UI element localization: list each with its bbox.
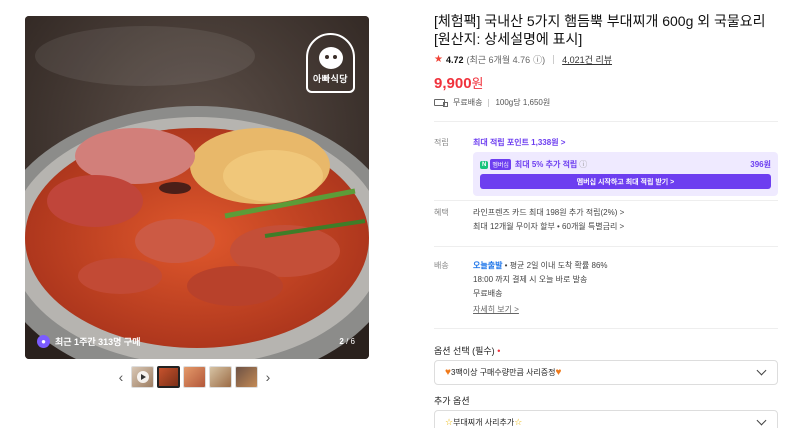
price-unit: 원 bbox=[471, 76, 484, 91]
thumbnail-strip: ‹ › bbox=[114, 366, 275, 388]
membership-logo: 멤버십 bbox=[490, 159, 511, 170]
price-value: 9,900 bbox=[434, 75, 472, 92]
brand-logo-name: 아빠식당 bbox=[312, 74, 349, 84]
extra-option-label: 추가 옵션 bbox=[434, 396, 470, 406]
star-icon: ☆ bbox=[445, 417, 454, 427]
price: 9,900원 bbox=[434, 73, 484, 92]
chef-face-icon bbox=[318, 47, 343, 69]
section-divider bbox=[434, 121, 778, 122]
unit-price: 100g당 1,650원 bbox=[495, 98, 551, 107]
chevron-down-icon bbox=[756, 415, 767, 426]
thumbnail-image[interactable] bbox=[157, 366, 180, 388]
review-count-link[interactable]: 4,021건 리뷰 bbox=[562, 53, 612, 66]
delivery-fast-row: 오늘출발 • 평균 2일 이내 도착 확률 86% bbox=[473, 260, 608, 271]
brand-logo: 아빠식당 bbox=[306, 33, 355, 93]
today-dispatch-badge: 오늘출발 bbox=[473, 261, 503, 270]
extra-points-text: 최대 5% 추가 적립 bbox=[514, 160, 578, 169]
info-icon[interactable]: ⓘ) bbox=[533, 53, 545, 66]
cutoff-time: 18:00 까지 결제 시 오늘 바로 발송 bbox=[473, 275, 588, 284]
thumbnail-image[interactable] bbox=[235, 366, 258, 388]
star-icon: ☆ bbox=[514, 417, 523, 427]
benefits-label: 혜택 bbox=[434, 208, 449, 217]
arrival-probability: • 평균 2일 이내 도착 확률 86% bbox=[502, 261, 608, 270]
product-title: [체험팩] 국내산 5가지 햄듬뿍 부대찌개 600g 외 국물요리 [원산지:… bbox=[434, 13, 766, 47]
delivery-details-link[interactable]: 자세히 보기 > bbox=[473, 304, 519, 315]
required-mark: • bbox=[497, 346, 501, 356]
chevron-right-icon[interactable]: › bbox=[261, 366, 275, 388]
required-option-label: 옵션 선택 (필수) • bbox=[434, 344, 500, 357]
play-icon bbox=[137, 371, 149, 383]
divider bbox=[488, 98, 490, 107]
chevron-left-icon[interactable]: ‹ bbox=[114, 366, 128, 388]
membership-box: N 멤버십 최대 5% 추가 적립 ⓘ 396원 멤버십 시작하고 최대 적립 … bbox=[473, 152, 778, 196]
thumbnail-video[interactable] bbox=[131, 366, 154, 388]
image-pager: 2 / 6 bbox=[339, 337, 355, 346]
thumbnail-image[interactable] bbox=[183, 366, 206, 388]
recent-buyers-text: 최근 1주간 313명 구매 bbox=[55, 337, 141, 347]
points-label: 적립 bbox=[434, 138, 449, 147]
card-benefit-link[interactable]: 라인프렌즈 카드 최대 198원 추가 적립(2%) > bbox=[473, 207, 624, 218]
info-icon[interactable]: ⓘ bbox=[579, 159, 587, 170]
npay-logo: N bbox=[480, 160, 489, 169]
max-points-link[interactable]: 최대 적립 포인트 1,338원 > bbox=[473, 137, 565, 148]
pager-total: / 6 bbox=[346, 337, 355, 346]
delivery-fee: 무료배송 bbox=[473, 289, 503, 298]
recent-buyers-badge: ● 최근 1주간 313명 구매 bbox=[37, 335, 140, 348]
heart-icon: ♥ bbox=[555, 367, 562, 378]
extra-points-amount: 396원 bbox=[750, 160, 771, 169]
section-divider bbox=[434, 200, 778, 201]
thumbnail-image[interactable] bbox=[209, 366, 232, 388]
extra-option-value: 부대찌개 사리추가 bbox=[453, 418, 515, 427]
star-icon: ★ bbox=[434, 54, 443, 65]
divider bbox=[553, 55, 555, 64]
buyers-icon: ● bbox=[37, 335, 50, 348]
required-option-text: 옵션 선택 (필수) bbox=[434, 346, 495, 356]
installment-benefit-link[interactable]: 최대 12개월 무이자 할부 • 60개월 특별금리 > bbox=[473, 221, 624, 232]
required-option-select[interactable]: ♥ 3팩이상 구매수량만큼 사리증정 ♥ bbox=[434, 360, 778, 385]
delivery-label: 배송 bbox=[434, 261, 449, 270]
chevron-down-icon bbox=[756, 365, 767, 376]
truck-icon bbox=[434, 99, 448, 107]
required-option-value: 3팩이상 구매수량만큼 사리증정 bbox=[450, 368, 556, 377]
extra-option-select[interactable]: ☆ 부대찌개 사리추가 ☆ bbox=[434, 410, 778, 428]
product-main-image[interactable]: 아빠식당 ● 최근 1주간 313명 구매 2 / 6 bbox=[25, 16, 369, 359]
shipping-row: 무료배송 100g당 1,650원 bbox=[434, 97, 550, 108]
shipping-text: 무료배송 bbox=[453, 98, 483, 107]
membership-cta-button[interactable]: 멤버십 시작하고 최대 적립 받기 > bbox=[480, 174, 771, 189]
rating-score: 4.72 bbox=[445, 54, 464, 65]
rating-row: ★ 4.72 (최근 6개월 4.76 ⓘ) 4,021건 리뷰 bbox=[434, 53, 612, 66]
pager-current: 2 bbox=[339, 337, 344, 346]
rating-detail: (최근 6개월 4.76 bbox=[466, 55, 531, 65]
section-divider bbox=[434, 328, 778, 329]
section-divider bbox=[434, 246, 778, 247]
